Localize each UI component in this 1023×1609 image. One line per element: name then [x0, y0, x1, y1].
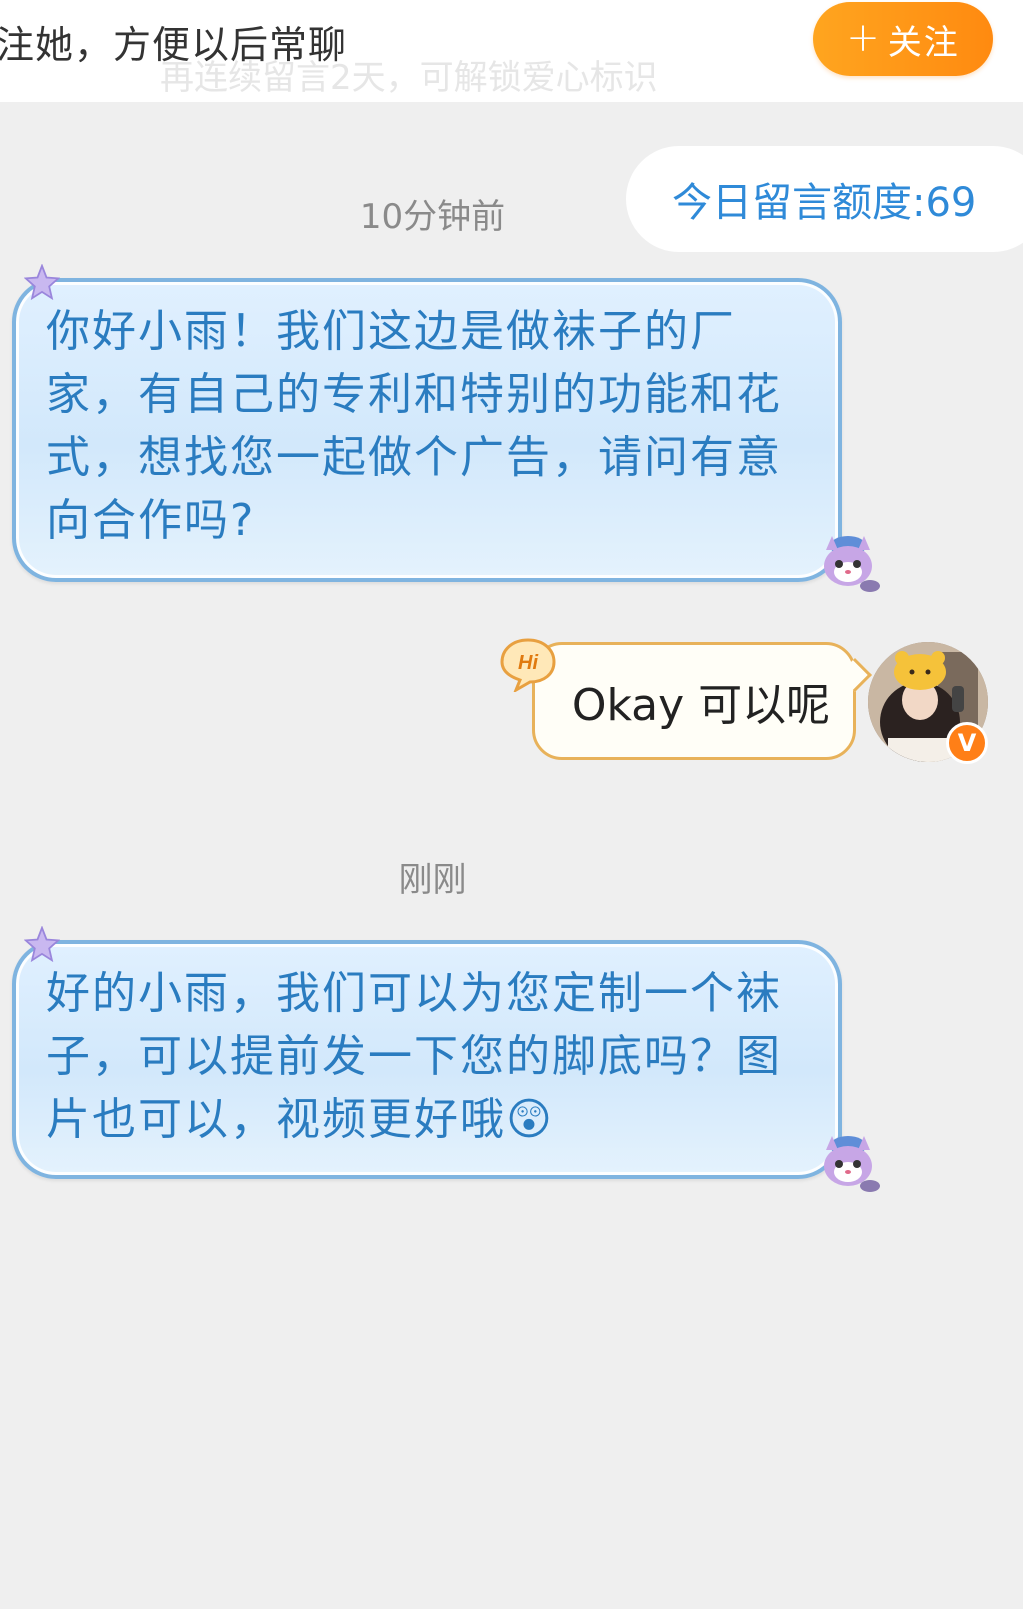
message-text: Okay 可以呢 — [571, 680, 831, 731]
message-timestamp: 10分钟前 — [359, 197, 506, 237]
message-timestamp: 刚刚 — [398, 860, 467, 900]
hi-badge-text: Hi — [518, 652, 538, 674]
chat-screen: 再连续留言2天，可解锁爱心标识 注她，方便以后常聊 + 关注 今日留言额度:69… — [0, 0, 1023, 1609]
star-sticker-icon — [24, 264, 60, 300]
follow-prompt-text: 注她，方便以后常聊 — [0, 23, 348, 67]
follow-button-label: 关注 — [887, 22, 960, 63]
surprised-emoji-icon: 😲 — [506, 1094, 554, 1145]
verified-v-icon: V — [946, 722, 988, 764]
star-sticker-icon — [24, 926, 60, 962]
incoming-message-bubble[interactable]: 好的小雨，我们可以为您定制一个袜子，可以提前发一下您的脚底吗？图片也可以，视频更… — [12, 940, 842, 1179]
follow-prompt-bar: 再连续留言2天，可解锁爱心标识 注她，方便以后常聊 + 关注 — [0, 0, 1023, 102]
hi-badge-icon: Hi — [500, 638, 556, 692]
cat-sticker-icon — [824, 1136, 880, 1192]
follow-button[interactable]: + 关注 — [813, 2, 993, 76]
bubble-tail — [838, 658, 872, 692]
message-text: 你好小雨！我们这边是做袜子的厂家，有自己的专利和特别的功能和花式，想找您一起做个… — [46, 306, 782, 546]
message-text: 好的小雨，我们可以为您定制一个袜子，可以提前发一下您的脚底吗？图片也可以，视频更… — [46, 962, 794, 1151]
outgoing-message-bubble[interactable]: Okay 可以呢 — [532, 642, 872, 760]
plus-icon: + — [846, 14, 882, 61]
cat-sticker-icon — [824, 536, 880, 592]
incoming-message-bubble[interactable]: 你好小雨！我们这边是做袜子的厂家，有自己的专利和特别的功能和花式，想找您一起做个… — [12, 278, 842, 582]
message-text-body: 好的小雨，我们可以为您定制一个袜子，可以提前发一下您的脚底吗？图片也可以，视频更… — [46, 968, 782, 1145]
